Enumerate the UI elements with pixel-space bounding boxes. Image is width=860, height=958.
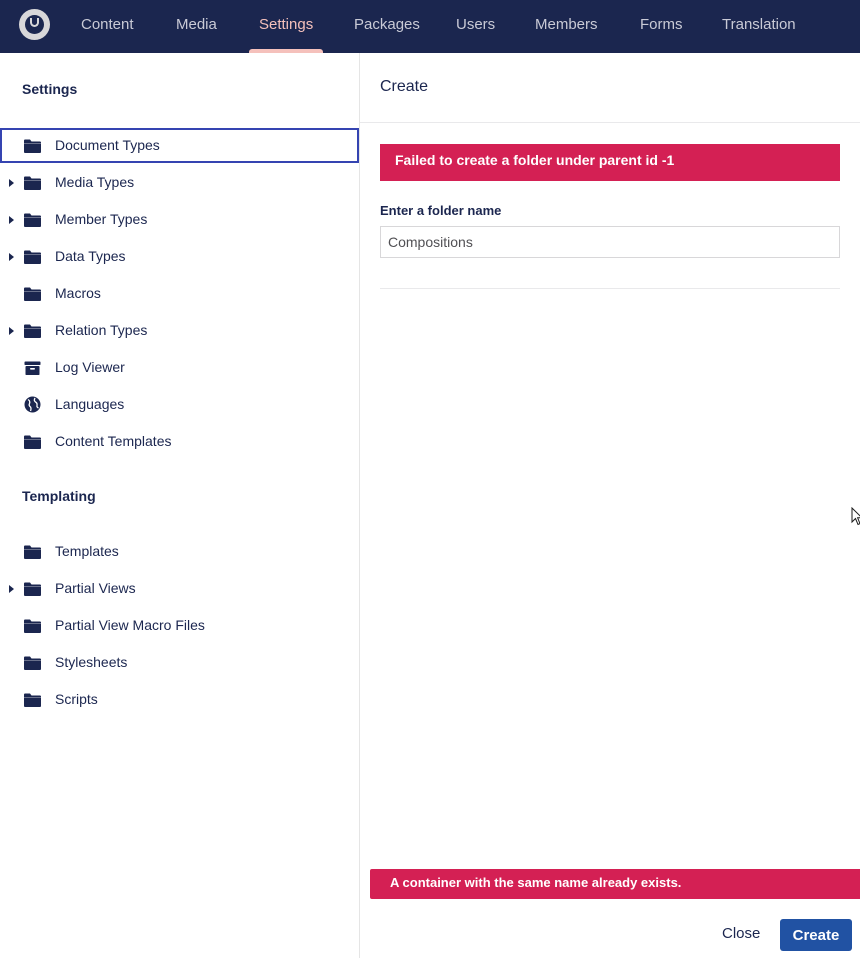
tree-item-stylesheets[interactable]: Stylesheets bbox=[0, 645, 359, 682]
tree-item-content-templates[interactable]: Content Templates bbox=[0, 424, 359, 461]
tree-item-relation-types[interactable]: Relation Types bbox=[0, 313, 359, 350]
folder-icon bbox=[24, 656, 41, 670]
caret-right-icon[interactable] bbox=[9, 253, 14, 261]
tree-item-member-types[interactable]: Member Types bbox=[0, 202, 359, 239]
tree-item-label: Templates bbox=[55, 543, 119, 559]
archive-icon bbox=[24, 361, 41, 375]
umbraco-logo-icon[interactable] bbox=[19, 9, 50, 40]
folder-name-label: Enter a folder name bbox=[380, 203, 502, 218]
globe-icon bbox=[24, 396, 41, 413]
tree-item-label: Document Types bbox=[55, 137, 160, 153]
folder-icon bbox=[24, 324, 41, 338]
tree-item-data-types[interactable]: Data Types bbox=[0, 239, 359, 276]
folder-icon bbox=[24, 693, 41, 707]
folder-icon bbox=[24, 545, 41, 559]
tree-item-label: Member Types bbox=[55, 211, 148, 227]
tree-item-label: Languages bbox=[55, 396, 125, 412]
tree-item-label: Data Types bbox=[55, 248, 126, 264]
nav-tab-packages[interactable]: Packages bbox=[354, 0, 420, 53]
caret-right-icon[interactable] bbox=[9, 216, 14, 224]
tree-item-label: Relation Types bbox=[55, 322, 148, 338]
section-title-settings: Settings bbox=[22, 81, 78, 97]
nav-tab-users[interactable]: Users bbox=[456, 0, 495, 53]
folder-icon bbox=[24, 139, 41, 153]
create-button[interactable]: Create bbox=[780, 919, 852, 951]
folder-icon bbox=[24, 213, 41, 227]
tree-item-label: Media Types bbox=[55, 174, 135, 190]
tree-item-label: Macros bbox=[55, 285, 101, 301]
close-button[interactable]: Close bbox=[712, 919, 770, 949]
settings-tree: Settings Document Types Media Types Member… bbox=[0, 53, 360, 958]
tree-item-label: Content Templates bbox=[55, 433, 172, 449]
nav-tab-content[interactable]: Content bbox=[81, 0, 134, 53]
folder-icon bbox=[24, 287, 41, 301]
tree-item-label: Partial View Macro Files bbox=[55, 617, 205, 633]
tree-item-log-viewer[interactable]: Log Viewer bbox=[0, 350, 359, 387]
tree-item-scripts[interactable]: Scripts bbox=[0, 682, 359, 719]
tree-item-label: Partial Views bbox=[55, 580, 136, 596]
folder-icon bbox=[24, 435, 41, 449]
nav-tab-forms[interactable]: Forms bbox=[640, 0, 683, 53]
tree-item-label: Stylesheets bbox=[55, 654, 128, 670]
tree-item-partial-views[interactable]: Partial Views bbox=[0, 571, 359, 608]
tree-item-document-types[interactable]: Document Types bbox=[0, 128, 359, 163]
folder-icon bbox=[24, 619, 41, 633]
divider bbox=[380, 288, 840, 289]
tree-item-languages[interactable]: Languages bbox=[0, 387, 359, 424]
folder-name-input[interactable] bbox=[380, 226, 840, 258]
folder-icon bbox=[24, 250, 41, 264]
nav-tab-members[interactable]: Members bbox=[535, 0, 598, 53]
panel-header: Create bbox=[360, 53, 860, 123]
tree-item-media-types[interactable]: Media Types bbox=[0, 165, 359, 202]
error-message-banner: Failed to create a folder under parent i… bbox=[380, 144, 840, 181]
tree-item-macros[interactable]: Macros bbox=[0, 276, 359, 313]
caret-right-icon[interactable] bbox=[9, 179, 14, 187]
folder-icon bbox=[24, 176, 41, 190]
tree-item-label: Log Viewer bbox=[55, 359, 125, 375]
tree-item-templates[interactable]: Templates bbox=[0, 534, 359, 571]
nav-tab-translation[interactable]: Translation bbox=[722, 0, 796, 53]
nav-tab-settings[interactable]: Settings bbox=[248, 0, 324, 53]
nav-tab-media[interactable]: Media bbox=[176, 0, 217, 53]
caret-right-icon[interactable] bbox=[9, 327, 14, 335]
panel-title: Create bbox=[380, 78, 429, 95]
create-panel: Create Failed to create a folder under p… bbox=[360, 53, 860, 958]
tree-item-partial-view-macro-files[interactable]: Partial View Macro Files bbox=[0, 608, 359, 645]
validation-error-notification: A container with the same name already e… bbox=[370, 869, 860, 899]
caret-right-icon[interactable] bbox=[9, 585, 14, 593]
folder-icon bbox=[24, 582, 41, 596]
tree-item-label: Scripts bbox=[55, 691, 98, 707]
top-navigation: Content Media Settings Packages Users Me… bbox=[0, 0, 860, 53]
mouse-cursor-icon bbox=[851, 507, 860, 526]
section-title-templating: Templating bbox=[22, 488, 96, 504]
